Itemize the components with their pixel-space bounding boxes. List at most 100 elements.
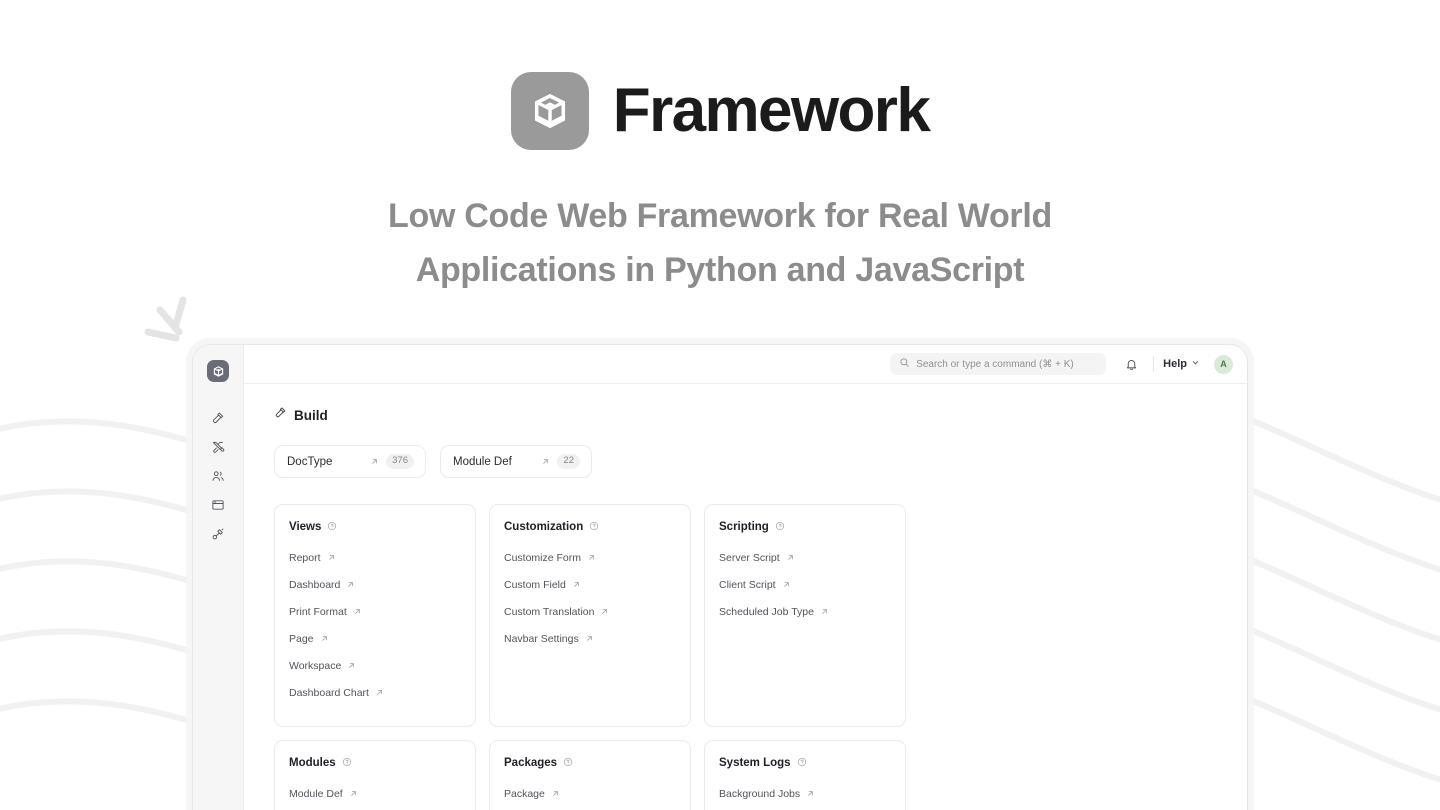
app-main: Search or type a command (⌘ + K) Help <box>244 345 1247 810</box>
card-link-label: Print Format <box>289 606 347 618</box>
avatar[interactable]: A <box>1214 355 1233 374</box>
tagline-line-2: Applications in Python and JavaScript <box>0 244 1440 298</box>
link-card-head: System Logs <box>719 754 891 772</box>
app-header: Search or type a command (⌘ + K) Help <box>244 345 1247 384</box>
users-icon[interactable] <box>205 463 231 489</box>
card-link-label: Custom Translation <box>504 606 594 618</box>
card-link-label: Client Script <box>719 579 776 591</box>
help-circle-icon[interactable] <box>797 754 807 772</box>
shortcut-card-doctype[interactable]: DocType 376 <box>274 445 426 478</box>
external-link-arrow-icon <box>353 603 362 621</box>
link-card-grid: Views Report Dashboard Print Format Page Work… <box>274 504 1247 810</box>
external-link-arrow-icon <box>587 549 596 567</box>
page-title-row: Build <box>274 406 1247 424</box>
card-link[interactable]: Report <box>289 549 461 567</box>
link-card: Customization Customize Form Custom Field C… <box>489 504 691 727</box>
shortcut-label: Module Def <box>453 456 512 468</box>
card-link[interactable]: Module Def <box>289 785 461 803</box>
external-link-arrow-icon <box>782 576 791 594</box>
card-link[interactable]: Scheduled Job Type <box>719 603 891 621</box>
card-link[interactable]: Print Format <box>289 603 461 621</box>
hammer-icon[interactable] <box>205 405 231 431</box>
app-window-preview: Search or type a command (⌘ + K) Help <box>192 344 1248 810</box>
external-link-arrow-icon <box>346 576 355 594</box>
shortcut-meta: 376 <box>370 453 414 471</box>
help-circle-icon[interactable] <box>327 518 337 536</box>
card-link[interactable]: Server Script <box>719 549 891 567</box>
card-link[interactable]: Client Script <box>719 576 891 594</box>
link-card: ScriptingServer ScriptClient ScriptSched… <box>704 504 906 727</box>
bell-icon[interactable] <box>1118 351 1144 377</box>
external-link-arrow-icon <box>600 603 609 621</box>
external-link-arrow-icon <box>541 453 550 471</box>
window-icon[interactable] <box>205 492 231 518</box>
card-link-label: Background Jobs <box>719 788 800 800</box>
shortcut-meta: 22 <box>541 453 580 471</box>
external-link-arrow-icon <box>349 785 358 803</box>
help-button[interactable]: Help <box>1163 358 1200 370</box>
external-link-arrow-icon <box>320 630 329 648</box>
search-icon <box>899 355 910 373</box>
help-circle-icon[interactable] <box>589 518 599 536</box>
count-badge: 376 <box>386 454 414 468</box>
card-link-label: Server Script <box>719 552 780 564</box>
external-link-arrow-icon <box>786 549 795 567</box>
card-link[interactable]: Navbar Settings <box>504 630 676 648</box>
integrations-icon[interactable] <box>205 521 231 547</box>
external-link-arrow-icon <box>347 657 356 675</box>
link-card-head: Packages <box>504 754 676 772</box>
link-card-head: Customization <box>504 518 676 536</box>
search-input[interactable]: Search or type a command (⌘ + K) <box>890 353 1106 375</box>
card-link-label: Dashboard <box>289 579 340 591</box>
link-card-title: System Logs <box>719 757 791 769</box>
link-card-head: Views <box>289 518 461 536</box>
help-circle-icon[interactable] <box>563 754 573 772</box>
hero-section: Framework Low Code Web Framework for Rea… <box>0 0 1440 297</box>
hero-tagline: Low Code Web Framework for Real World Ap… <box>0 190 1440 297</box>
link-card-title: Packages <box>504 757 557 769</box>
card-link-label: Navbar Settings <box>504 633 579 645</box>
sidebar-logo-cube-box-icon[interactable] <box>207 360 229 382</box>
count-badge: 22 <box>557 454 580 468</box>
card-link-label: Customize Form <box>504 552 581 564</box>
card-link[interactable]: Dashboard <box>289 576 461 594</box>
card-link-label: Dashboard Chart <box>289 687 369 699</box>
hammer-icon <box>274 406 287 424</box>
card-link-label: Page <box>289 633 314 645</box>
card-link[interactable]: Background Jobs <box>719 785 891 803</box>
brand-lockup: Framework <box>0 0 1440 150</box>
link-card: ModulesModule DefModule Onboarding <box>274 740 476 810</box>
card-link-label: Report <box>289 552 321 564</box>
external-link-arrow-icon <box>806 785 815 803</box>
link-card: System LogsBackground JobsScheduled Jobs… <box>704 740 906 810</box>
card-link[interactable]: Custom Translation <box>504 603 676 621</box>
header-divider <box>1153 356 1154 372</box>
card-link-label: Workspace <box>289 660 341 672</box>
card-link[interactable]: Page <box>289 630 461 648</box>
shortcut-row: DocType 376 Module Def <box>274 445 1247 478</box>
external-link-arrow-icon <box>327 549 336 567</box>
help-label: Help <box>1163 358 1187 370</box>
card-link[interactable]: Dashboard Chart <box>289 684 461 702</box>
external-link-arrow-icon <box>820 603 829 621</box>
app-content: Build DocType 376 <box>244 384 1247 810</box>
external-link-arrow-icon <box>572 576 581 594</box>
app-sidebar <box>193 345 244 810</box>
tools-icon[interactable] <box>205 434 231 460</box>
search-placeholder: Search or type a command (⌘ + K) <box>916 359 1074 370</box>
help-circle-icon[interactable] <box>775 518 785 536</box>
link-card: PackagesPackagePackage Import <box>489 740 691 810</box>
card-link[interactable]: Customize Form <box>504 549 676 567</box>
external-link-arrow-icon <box>375 684 384 702</box>
help-circle-icon[interactable] <box>342 754 352 772</box>
link-card-title: Customization <box>504 521 583 533</box>
link-card-title: Views <box>289 521 321 533</box>
card-link[interactable]: Package <box>504 785 676 803</box>
card-link-label: Custom Field <box>504 579 566 591</box>
shortcut-card-module-def[interactable]: Module Def 22 <box>440 445 592 478</box>
shortcut-label: DocType <box>287 456 332 468</box>
cube-box-icon <box>511 72 589 150</box>
card-link[interactable]: Custom Field <box>504 576 676 594</box>
card-link[interactable]: Workspace <box>289 657 461 675</box>
tagline-line-1: Low Code Web Framework for Real World <box>0 190 1440 244</box>
